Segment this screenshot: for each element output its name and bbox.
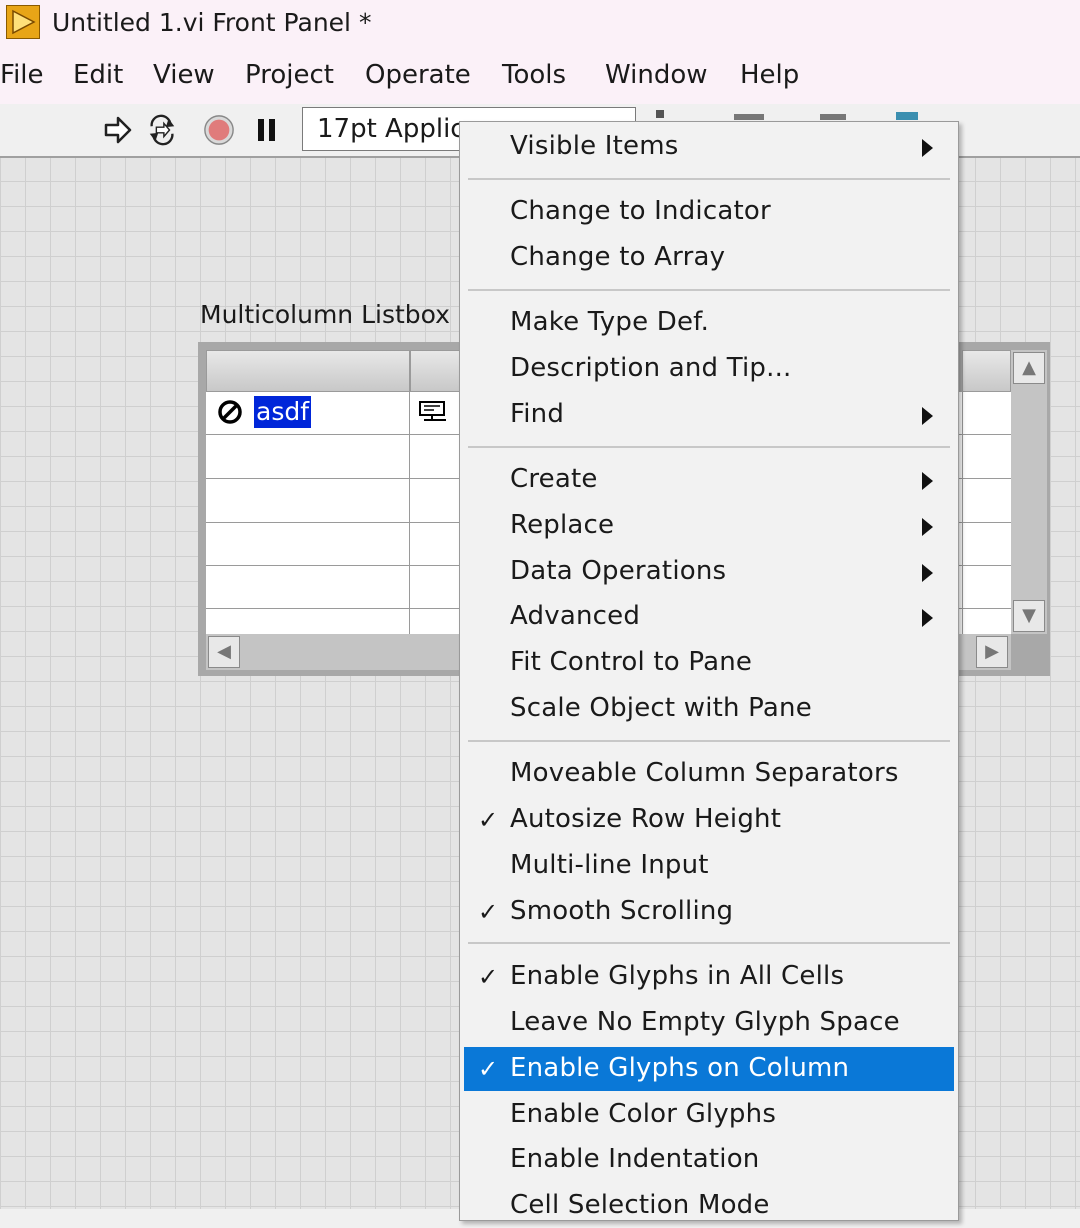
menu-project[interactable]: Project <box>245 60 334 90</box>
menu-item-advanced[interactable]: Advanced <box>464 595 954 639</box>
menu-item-label: Enable Color Glyphs <box>510 1099 777 1129</box>
menu-item-replace[interactable]: Replace <box>464 504 954 548</box>
toolbar-partial-icon <box>734 114 764 120</box>
column-header[interactable] <box>206 350 410 392</box>
check-icon: ✓ <box>478 1055 499 1083</box>
menu-item-label: Change to Indicator <box>510 196 771 226</box>
menu-edit[interactable]: Edit <box>73 60 123 90</box>
toolbar-partial-icon <box>820 114 846 120</box>
menu-tools[interactable]: Tools <box>502 60 566 90</box>
menu-item-visible-items[interactable]: Visible Items <box>464 125 954 169</box>
menu-item-label: Fit Control to Pane <box>510 647 753 677</box>
menu-item-find[interactable]: Find <box>464 393 954 437</box>
menu-separator <box>468 942 950 944</box>
menu-item-label: Scale Object with Pane <box>510 693 812 723</box>
menu-operate[interactable]: Operate <box>365 60 471 90</box>
menu-item-label: Replace <box>510 510 615 540</box>
menu-window[interactable]: Window <box>605 60 708 90</box>
menu-item-enable-indentation[interactable]: Enable Indentation <box>464 1138 954 1182</box>
column-header[interactable] <box>962 350 1011 392</box>
menu-item-cell-selection-mode[interactable]: Cell Selection Mode <box>464 1184 954 1228</box>
submenu-arrow-icon <box>922 609 933 627</box>
check-icon: ✓ <box>478 806 499 834</box>
menu-item-description-and-tip[interactable]: Description and Tip... <box>464 347 954 391</box>
menu-item-enable-glyphs-in-all-cells[interactable]: ✓ Enable Glyphs in All Cells <box>464 955 954 999</box>
menu-item-data-operations[interactable]: Data Operations <box>464 550 954 594</box>
menu-item-autosize-row-height[interactable]: ✓ Autosize Row Height <box>464 798 954 842</box>
menu-item-label: Moveable Column Separators <box>510 758 899 788</box>
submenu-arrow-icon <box>922 564 933 582</box>
menu-item-label: Data Operations <box>510 556 727 586</box>
window-title: Untitled 1.vi Front Panel * <box>52 8 372 37</box>
menu-item-enable-color-glyphs[interactable]: Enable Color Glyphs <box>464 1093 954 1137</box>
menu-item-label: Make Type Def. <box>510 307 710 337</box>
menu-separator <box>468 446 950 448</box>
menu-separator <box>468 178 950 180</box>
menu-item-label: Find <box>510 399 565 429</box>
table-row[interactable]: asdf <box>206 392 409 434</box>
menu-item-label: Advanced <box>510 601 641 631</box>
menu-item-change-to-array[interactable]: Change to Array <box>464 236 954 280</box>
menu-item-change-to-indicator[interactable]: Change to Indicator <box>464 190 954 234</box>
title-bar: Untitled 1.vi Front Panel * <box>0 0 1080 48</box>
check-icon: ✓ <box>478 963 499 991</box>
toolbar-partial-icon <box>896 112 918 120</box>
abort-icon[interactable] <box>203 114 235 146</box>
menu-item-label: Autosize Row Height <box>510 804 782 834</box>
menu-item-label: Create <box>510 464 598 494</box>
menu-item-label: Multi-line Input <box>510 850 709 880</box>
vertical-scrollbar[interactable]: ▲ ▼ <box>1011 350 1047 634</box>
pause-icon[interactable] <box>252 114 284 146</box>
context-menu: Visible Items Change to Indicator Change… <box>459 121 959 1221</box>
column-divider <box>962 392 963 634</box>
listbox-label[interactable]: Multicolumn Listbox <box>200 300 450 329</box>
menu-item-label: Enable Glyphs on Column <box>510 1053 850 1083</box>
cell-text-editing[interactable]: asdf <box>254 396 312 428</box>
menu-bar: File Edit View Project Operate Tools Win… <box>0 48 1080 104</box>
column-divider <box>409 392 410 634</box>
scroll-right-icon[interactable]: ▶ <box>976 636 1008 668</box>
submenu-arrow-icon <box>922 407 933 425</box>
menu-item-moveable-column-separators[interactable]: Moveable Column Separators <box>464 752 954 796</box>
menu-item-enable-glyphs-on-column[interactable]: ✓ Enable Glyphs on Column <box>464 1047 954 1091</box>
menu-view[interactable]: View <box>153 60 215 90</box>
check-icon: ✓ <box>478 898 499 926</box>
menu-help[interactable]: Help <box>740 60 799 90</box>
menu-separator <box>468 289 950 291</box>
menu-item-label: Cell Selection Mode <box>510 1190 770 1220</box>
submenu-arrow-icon <box>922 139 933 157</box>
menu-item-make-type-def[interactable]: Make Type Def. <box>464 301 954 345</box>
menu-item-label: Description and Tip... <box>510 353 792 383</box>
menu-separator <box>468 740 950 742</box>
toolbar-partial-icon <box>656 110 664 118</box>
menu-item-fit-control-to-pane[interactable]: Fit Control to Pane <box>464 641 954 685</box>
run-continuously-icon[interactable] <box>146 114 178 146</box>
menu-item-multi-line-input[interactable]: Multi-line Input <box>464 844 954 888</box>
menu-item-label: Leave No Empty Glyph Space <box>510 1007 900 1037</box>
menu-item-label: Change to Array <box>510 242 726 272</box>
run-arrow-icon[interactable] <box>102 114 134 146</box>
menu-item-scale-object-with-pane[interactable]: Scale Object with Pane <box>464 687 954 731</box>
menu-item-label: Visible Items <box>510 131 679 161</box>
scroll-down-icon[interactable]: ▼ <box>1013 600 1045 632</box>
menu-item-label: Enable Indentation <box>510 1144 760 1174</box>
submenu-arrow-icon <box>922 518 933 536</box>
submenu-arrow-icon <box>922 472 933 490</box>
computer-glyph-icon <box>419 401 446 421</box>
column-header[interactable] <box>410 350 460 392</box>
labview-logo-icon <box>6 5 40 39</box>
menu-item-label: Enable Glyphs in All Cells <box>510 961 845 991</box>
scroll-left-icon[interactable]: ◀ <box>208 636 240 668</box>
menu-item-smooth-scrolling[interactable]: ✓ Smooth Scrolling <box>464 890 954 934</box>
menu-item-label: Smooth Scrolling <box>510 896 734 926</box>
menu-item-leave-no-empty-glyph-space[interactable]: Leave No Empty Glyph Space <box>464 1001 954 1045</box>
scroll-up-icon[interactable]: ▲ <box>1013 352 1045 384</box>
no-entry-glyph-icon <box>218 400 242 424</box>
font-selector-value: 17pt Applic <box>317 114 465 144</box>
menu-file[interactable]: File <box>0 60 44 90</box>
menu-item-create[interactable]: Create <box>464 458 954 502</box>
